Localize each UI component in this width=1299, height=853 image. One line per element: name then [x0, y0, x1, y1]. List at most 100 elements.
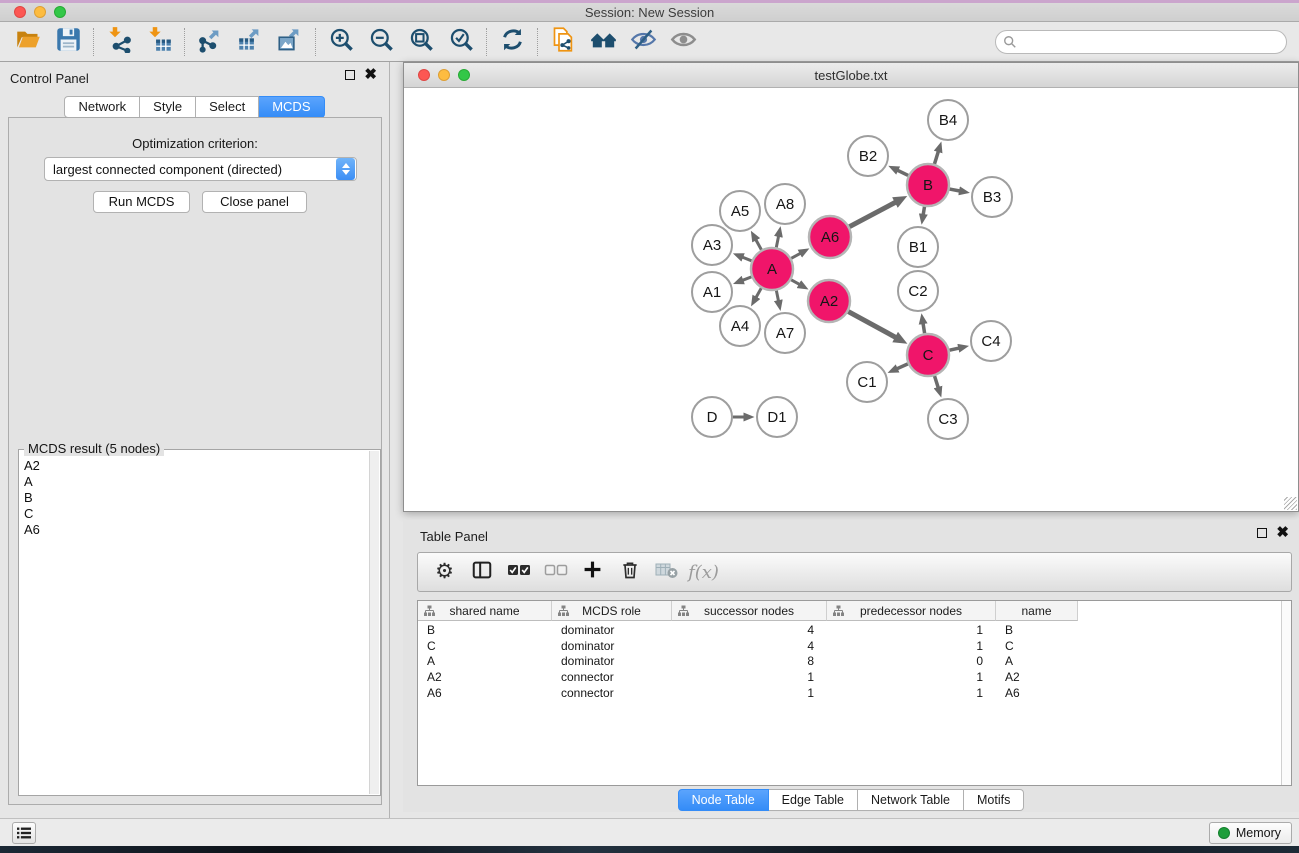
node-A7[interactable]: A7	[765, 313, 805, 353]
node-B3[interactable]: B3	[972, 177, 1012, 217]
network-window-titlebar[interactable]: testGlobe.txt	[404, 63, 1298, 88]
node-A3[interactable]: A3	[692, 225, 732, 265]
result-item-a[interactable]: A	[23, 474, 368, 490]
home-button[interactable]	[583, 25, 623, 59]
node-B1[interactable]: B1	[898, 227, 938, 267]
zoom-fit-button[interactable]	[401, 25, 441, 59]
delete-table-button[interactable]	[648, 556, 685, 588]
memory-button[interactable]: Memory	[1209, 822, 1292, 844]
export-network-button[interactable]	[190, 25, 230, 59]
node-D1[interactable]: D1	[757, 397, 797, 437]
edge-B-B3[interactable]	[950, 189, 961, 191]
table-row-a6[interactable]: A6connector11A6	[418, 686, 1280, 702]
float-table-panel-icon[interactable]	[1257, 528, 1267, 538]
network-view-window[interactable]: testGlobe.txt B4 B2 B B3 A5A8A6 B1 A3 A A1 A2 C2 A4…	[403, 62, 1299, 512]
edge-C-C4[interactable]	[949, 348, 959, 350]
edge-A2-C[interactable]	[848, 312, 896, 338]
refresh-button[interactable]	[492, 25, 532, 59]
node-A8[interactable]: A8	[765, 184, 805, 224]
node-B2[interactable]: B2	[848, 136, 888, 176]
tab-select[interactable]: Select	[196, 96, 259, 118]
export-table-button[interactable]	[230, 25, 270, 59]
deselect-all-button[interactable]	[537, 556, 574, 588]
hide-selected-button[interactable]	[623, 25, 663, 59]
edge-A6-B[interactable]	[849, 202, 896, 227]
result-item-a6[interactable]: A6	[23, 522, 368, 538]
column-header-successor-nodes[interactable]: successor nodes	[672, 601, 827, 621]
add-row-button[interactable]	[574, 556, 611, 588]
column-browser-button[interactable]	[463, 556, 500, 588]
column-header-predecessor-nodes[interactable]: predecessor nodes	[827, 601, 996, 621]
window-titlebar[interactable]: Session: New Session	[0, 3, 1299, 22]
run-mcds-button[interactable]: Run MCDS	[93, 191, 190, 213]
table-row-c[interactable]: Cdominator41C	[418, 639, 1280, 655]
select-all-button[interactable]	[500, 556, 537, 588]
function-builder-button[interactable]: f(x)	[685, 556, 722, 588]
zoom-out-button[interactable]	[361, 25, 401, 59]
node-C2[interactable]: C2	[898, 271, 938, 311]
zoom-selected-button[interactable]	[441, 25, 481, 59]
edge-A-A4[interactable]	[756, 288, 762, 298]
result-item-a2[interactable]: A2	[23, 458, 368, 474]
float-panel-icon[interactable]	[345, 70, 355, 80]
node-A1[interactable]: A1	[692, 272, 732, 312]
delete-row-button[interactable]	[611, 556, 648, 588]
table-scrollbar[interactable]	[1281, 601, 1291, 785]
node-A2[interactable]: A2	[808, 280, 850, 322]
node-A5[interactable]: A5	[720, 191, 760, 231]
node-B4[interactable]: B4	[928, 100, 968, 140]
node-B[interactable]: B	[907, 164, 949, 206]
search-field[interactable]	[995, 30, 1287, 54]
tab-mcds[interactable]: MCDS	[259, 96, 324, 118]
zoom-in-button[interactable]	[321, 25, 361, 59]
result-item-b[interactable]: B	[23, 490, 368, 506]
node-C1[interactable]: C1	[847, 362, 887, 402]
task-history-button[interactable]	[12, 822, 36, 844]
criterion-dropdown[interactable]: largest connected component (directed)	[44, 157, 357, 181]
node-A[interactable]: A	[751, 248, 793, 290]
node-C[interactable]: C	[907, 334, 949, 376]
table-row-b[interactable]: Bdominator41B	[418, 623, 1280, 639]
tab-network[interactable]: Network	[64, 96, 140, 118]
table-tab-edge-table[interactable]: Edge Table	[769, 789, 858, 811]
edge-C-C3[interactable]	[935, 376, 939, 388]
window-resize-grip[interactable]	[1284, 497, 1297, 510]
result-scrollbar[interactable]	[369, 451, 379, 794]
edge-A-A2[interactable]	[791, 280, 800, 285]
column-header-mcds-role[interactable]: MCDS role	[552, 601, 672, 621]
export-image-button[interactable]	[270, 25, 310, 59]
search-input[interactable]	[1021, 35, 1286, 50]
node-A6[interactable]: A6	[809, 216, 851, 258]
close-panel-icon[interactable]: ✖	[364, 70, 377, 80]
edge-B-B2[interactable]	[897, 170, 908, 176]
duplicate-network-button[interactable]	[543, 25, 583, 59]
close-panel-button[interactable]: Close panel	[202, 191, 307, 213]
close-table-panel-icon[interactable]: ✖	[1276, 528, 1289, 538]
edge-C-C1[interactable]	[896, 364, 908, 369]
edge-A-A8[interactable]	[776, 235, 778, 247]
node-A4[interactable]: A4	[720, 306, 760, 346]
result-item-c[interactable]: C	[23, 506, 368, 522]
table-row-a2[interactable]: A2connector11A2	[418, 670, 1280, 686]
edge-A-A7[interactable]	[776, 291, 778, 302]
column-header-shared-name[interactable]: shared name	[418, 601, 552, 621]
import-table-button[interactable]	[139, 25, 179, 59]
show-all-button[interactable]	[663, 25, 703, 59]
network-canvas[interactable]: B4B2BB3A5A8A6B1A3AA1A2C2A4A7C4C1CC3DD1	[404, 88, 1298, 511]
table-tab-motifs[interactable]: Motifs	[964, 789, 1024, 811]
column-header-name[interactable]: name	[996, 601, 1078, 621]
import-network-button[interactable]	[99, 25, 139, 59]
edge-A-A1[interactable]	[742, 277, 752, 281]
edge-B-B1[interactable]	[923, 207, 924, 216]
open-session-button[interactable]	[8, 25, 48, 59]
edge-C-C2[interactable]	[923, 323, 925, 334]
edge-B-B4[interactable]	[934, 151, 938, 164]
tab-style[interactable]: Style	[140, 96, 196, 118]
table-settings-button[interactable]: ⚙	[426, 556, 463, 588]
node-C3[interactable]: C3	[928, 399, 968, 439]
table-tab-node-table[interactable]: Node Table	[678, 789, 769, 811]
edge-A-A6[interactable]	[791, 253, 801, 258]
table-tab-network-table[interactable]: Network Table	[858, 789, 964, 811]
node-C4[interactable]: C4	[971, 321, 1011, 361]
edge-A-A5[interactable]	[755, 239, 761, 250]
